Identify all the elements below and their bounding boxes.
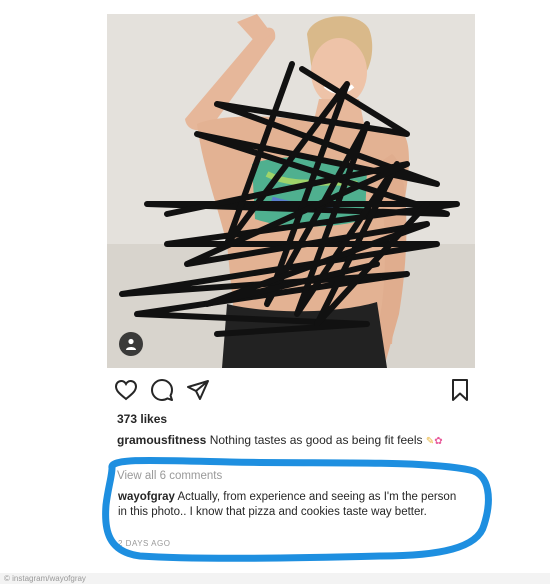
post-caption: gramousfitness Nothing tastes as good as… — [117, 433, 462, 449]
bookmark-icon[interactable] — [448, 378, 472, 402]
caption-text: Nothing tastes as good as being fit feel… — [206, 433, 423, 447]
photo-credit: © instagram/wayofgray — [0, 573, 550, 584]
post-photo[interactable] — [107, 14, 475, 368]
send-icon[interactable] — [186, 378, 210, 402]
comment-icon[interactable] — [150, 378, 174, 402]
comment: wayofgray Actually, from experience and … — [118, 490, 468, 519]
photo-illustration — [107, 14, 475, 368]
comment-username[interactable]: wayofgray — [118, 491, 175, 503]
user-tag-button[interactable] — [119, 332, 143, 356]
caption-username[interactable]: gramousfitness — [117, 433, 206, 447]
view-all-comments-link[interactable]: View all 6 comments — [117, 470, 222, 482]
like-count[interactable]: 373 likes — [117, 412, 167, 426]
emoji-icons: ✎✿ — [425, 436, 443, 447]
heart-icon[interactable] — [114, 378, 138, 402]
action-bar — [114, 378, 474, 404]
post-timestamp: 2 DAYS AGO — [118, 539, 171, 548]
person-icon — [126, 338, 136, 350]
